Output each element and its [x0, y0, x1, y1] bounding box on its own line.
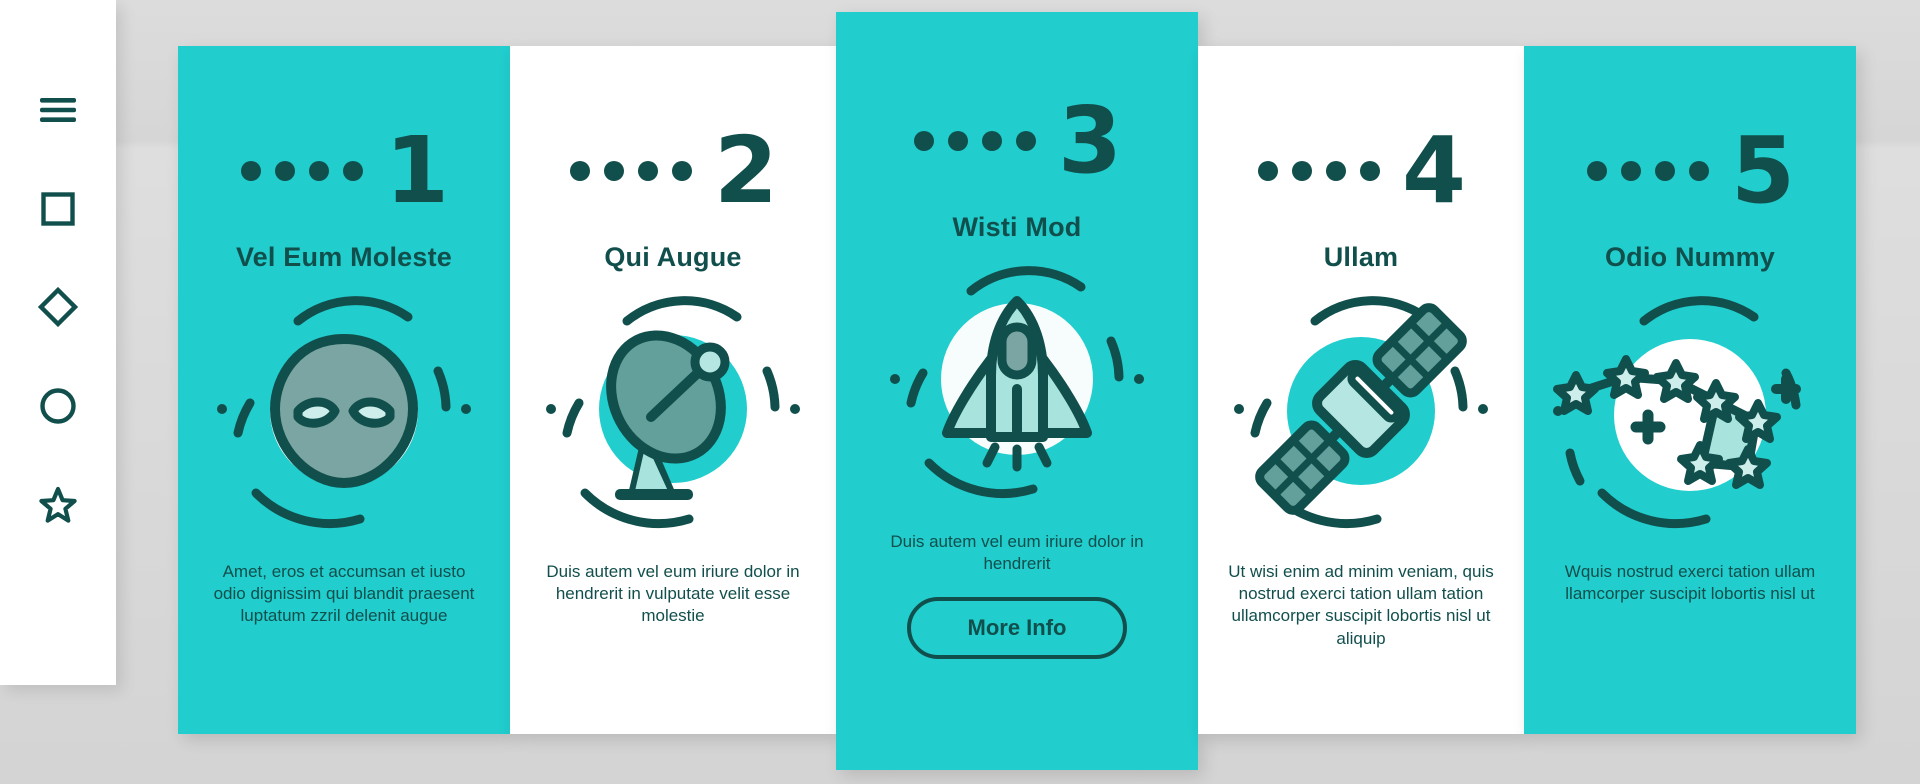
progress-dot — [342, 160, 363, 181]
progress-dot — [981, 130, 1002, 151]
step-indicator-3: 3 — [836, 87, 1198, 194]
progress-dot — [1654, 160, 1675, 181]
step-number: 4 — [1401, 117, 1466, 224]
circle-icon — [39, 387, 77, 425]
progress-dot — [603, 160, 624, 181]
constellation-icon — [1553, 295, 1801, 528]
panel-heading: Odio Nummy — [1604, 241, 1775, 272]
square-icon — [40, 191, 76, 227]
panel-body-text: Amet, eros et accumsan et iusto odio dig… — [213, 561, 475, 626]
panel-heading: Ullam — [1323, 241, 1399, 272]
onboarding-panel-1[interactable]: 1 Vel Eum Moleste Amet, eros et accumsan… — [178, 46, 510, 734]
progress-dot — [671, 160, 692, 181]
progress-dot — [1620, 160, 1641, 181]
onboarding-panel-5[interactable]: 5 Odio Nummy Wquis nostrud exerci tation… — [1524, 46, 1856, 734]
panel-body-text: Duis autem vel eum iriure dolor in hendr… — [890, 531, 1144, 574]
step-number: 2 — [713, 117, 778, 224]
step-indicator-5: 5 — [1524, 117, 1856, 224]
sidebar-item-circle[interactable] — [34, 382, 82, 430]
progress-dot — [274, 160, 295, 181]
diamond-icon — [38, 287, 78, 327]
onboarding-panel-3[interactable]: 3 Wisti Mod Duis autem vel eum iriure do… — [836, 12, 1198, 770]
progress-dot — [1325, 160, 1346, 181]
progress-dot — [1586, 160, 1607, 181]
progress-dot — [1359, 160, 1380, 181]
star-icon — [38, 485, 78, 525]
satellite-dish-illustration — [510, 285, 836, 535]
alien-head-illustration — [178, 285, 510, 535]
progress-dot — [240, 160, 261, 181]
progress-dot — [1291, 160, 1312, 181]
panel-heading: Wisti Mod — [952, 211, 1082, 242]
step-indicator-1: 1 — [178, 117, 510, 224]
panel-body-text: Duis autem vel eum iriure dolor in hendr… — [546, 561, 800, 626]
progress-dot — [569, 160, 590, 181]
constellation-illustration — [1524, 285, 1856, 535]
sidebar-item-square[interactable] — [34, 185, 82, 233]
progress-dot — [637, 160, 658, 181]
panel-body-text: Wquis nostrud exerci tation ullam llamco… — [1564, 561, 1816, 604]
progress-dot — [1015, 130, 1036, 151]
progress-dot — [1688, 160, 1709, 181]
satellite-icon — [1234, 295, 1488, 528]
hamburger-menu-icon — [38, 95, 78, 125]
progress-dot — [308, 160, 329, 181]
sidebar-rail — [0, 0, 116, 685]
onboarding-screens-stage: 1 Vel Eum Moleste Amet, eros et accumsan… — [0, 0, 1920, 784]
satellite-illustration — [1198, 285, 1524, 535]
onboarding-panel-2[interactable]: 2 Qui Augue Duis autem vel eum iriure do… — [510, 46, 836, 734]
panel-heading: Vel Eum Moleste — [235, 241, 453, 272]
step-number: 3 — [1057, 87, 1122, 194]
space-shuttle-illustration — [836, 255, 1198, 505]
more-info-button[interactable]: More Info — [907, 597, 1127, 660]
progress-dot — [947, 130, 968, 151]
step-number: 1 — [384, 117, 449, 224]
step-indicator-4: 4 — [1198, 117, 1524, 224]
panel-heading: Qui Augue — [604, 241, 742, 272]
step-number: 5 — [1730, 117, 1795, 224]
progress-dot — [913, 130, 934, 151]
sidebar-item-diamond[interactable] — [34, 283, 82, 331]
satellite-dish-icon — [546, 295, 800, 528]
space-shuttle-icon — [890, 265, 1144, 498]
sidebar-item-menu[interactable] — [34, 86, 82, 134]
step-indicator-2: 2 — [510, 117, 836, 224]
alien-head-icon — [217, 295, 471, 528]
onboarding-panel-4[interactable]: 4 Ullam Ut wisi enim ad minim veniam, qu… — [1198, 46, 1524, 734]
progress-dot — [1257, 160, 1278, 181]
sidebar-item-star[interactable] — [34, 481, 82, 529]
panel-body-text: Ut wisi enim ad minim veniam, quis nostr… — [1228, 561, 1494, 648]
